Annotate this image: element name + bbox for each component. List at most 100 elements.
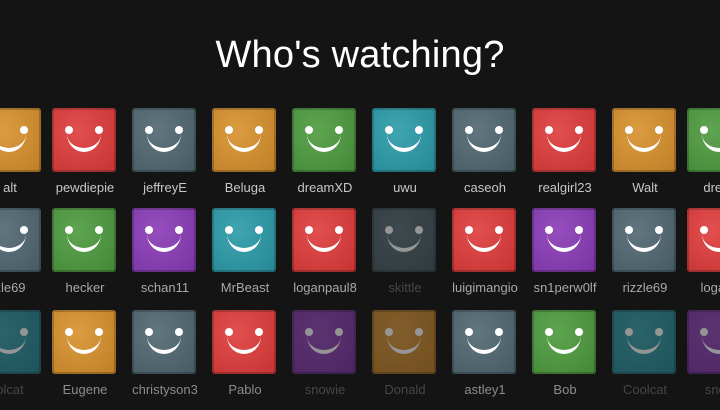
avatar-right-eye <box>495 226 503 234</box>
avatar-right-eye <box>95 328 103 336</box>
profile-tile[interactable]: realgirl23 <box>525 108 605 208</box>
avatar-right-eye <box>20 328 28 336</box>
avatar-left-eye <box>305 126 313 134</box>
avatar-left-eye <box>545 226 553 234</box>
avatar-smile <box>387 134 421 152</box>
avatar-left-eye <box>305 328 313 336</box>
profile-tile[interactable]: astley1 <box>445 310 525 410</box>
avatar-left-eye <box>625 126 633 134</box>
avatar-right-eye <box>575 328 583 336</box>
profile-tile[interactable]: Pablo <box>205 310 285 410</box>
avatar-smile <box>627 234 661 252</box>
avatar-left-eye <box>545 328 553 336</box>
avatar-left-eye <box>225 328 233 336</box>
smiley-avatar-icon <box>452 108 516 172</box>
avatar-smile <box>547 134 581 152</box>
avatar-left-eye <box>700 328 708 336</box>
avatar-smile <box>547 336 581 354</box>
smiley-avatar-icon <box>612 208 676 272</box>
smiley-avatar-icon <box>132 208 196 272</box>
smiley-avatar-icon <box>532 108 596 172</box>
avatar-right-eye <box>20 126 28 134</box>
smiley-avatar-icon <box>212 108 276 172</box>
avatar-smile <box>0 336 26 354</box>
avatar-right-eye <box>335 328 343 336</box>
profile-tile[interactable]: pewdiepie <box>45 108 125 208</box>
avatar-left-eye <box>465 126 473 134</box>
avatar-right-eye <box>175 126 183 134</box>
avatar-left-eye <box>385 328 393 336</box>
avatar-smile <box>67 234 101 252</box>
avatar-smile <box>467 336 501 354</box>
avatar-smile <box>227 134 261 152</box>
profile-tile[interactable]: uwu <box>365 108 445 208</box>
avatar-left-eye <box>465 226 473 234</box>
profile-tile[interactable]: Bob <box>525 310 605 410</box>
profile-tile[interactable]: Beluga <box>205 108 285 208</box>
profile-grid: alt pewdiepie jeffreyE Beluga dreamXD uwu case… <box>0 0 720 404</box>
smiley-avatar-icon <box>0 108 41 172</box>
smiley-avatar-icon <box>452 310 516 374</box>
smiley-avatar-icon <box>0 208 41 272</box>
avatar-smile <box>147 336 181 354</box>
avatar-smile <box>147 134 181 152</box>
avatar-left-eye <box>305 226 313 234</box>
profile-tile[interactable]: MrBeast <box>205 208 285 308</box>
smiley-avatar-icon <box>687 310 720 374</box>
avatar-right-eye <box>575 226 583 234</box>
avatar-left-eye <box>65 126 73 134</box>
avatar-right-eye <box>175 226 183 234</box>
avatar-right-eye <box>655 328 663 336</box>
profile-tile[interactable]: sn1perw0lf <box>525 208 605 308</box>
profile-tile[interactable]: snowie <box>285 310 365 410</box>
avatar-smile <box>227 234 261 252</box>
profile-tile[interactable]: luigimangio <box>445 208 525 308</box>
smiley-avatar-icon <box>132 310 196 374</box>
smiley-avatar-icon <box>612 108 676 172</box>
avatar-smile <box>467 234 501 252</box>
avatar-smile <box>387 336 421 354</box>
profile-tile[interactable]: Donald <box>365 310 445 410</box>
avatar-right-eye <box>655 226 663 234</box>
smiley-avatar-icon <box>452 208 516 272</box>
profile-tile[interactable]: Eugene <box>45 310 125 410</box>
profile-tile[interactable]: christyson3 <box>125 310 205 410</box>
smiley-avatar-icon <box>687 208 720 272</box>
smiley-avatar-icon <box>52 208 116 272</box>
avatar-smile <box>67 336 101 354</box>
smiley-avatar-icon <box>372 208 436 272</box>
avatar-smile <box>67 134 101 152</box>
avatar-smile <box>702 234 720 252</box>
smiley-avatar-icon <box>372 108 436 172</box>
profile-tile[interactable]: loganpaul8 <box>285 208 365 308</box>
avatar-right-eye <box>20 226 28 234</box>
avatar-smile <box>547 234 581 252</box>
profile-tile[interactable]: skittle <box>365 208 445 308</box>
avatar-right-eye <box>415 328 423 336</box>
avatar-right-eye <box>255 126 263 134</box>
avatar-right-eye <box>495 126 503 134</box>
avatar-smile <box>307 234 341 252</box>
smiley-avatar-icon <box>532 310 596 374</box>
avatar-smile <box>227 336 261 354</box>
avatar-right-eye <box>255 328 263 336</box>
profile-tile[interactable]: hecker <box>45 208 125 308</box>
smiley-avatar-icon <box>52 108 116 172</box>
smiley-avatar-icon <box>292 310 356 374</box>
profile-tile[interactable]: schan11 <box>125 208 205 308</box>
avatar-left-eye <box>385 226 393 234</box>
avatar-smile <box>0 134 26 152</box>
profile-tile[interactable]: dreamXD <box>285 108 365 208</box>
avatar-left-eye <box>145 126 153 134</box>
profile-tile[interactable]: caseoh <box>445 108 525 208</box>
profile-tile[interactable]: snow <box>680 310 720 410</box>
smiley-avatar-icon <box>372 310 436 374</box>
avatar-right-eye <box>335 226 343 234</box>
avatar-smile <box>307 336 341 354</box>
avatar-smile <box>702 336 720 354</box>
avatar-smile <box>307 134 341 152</box>
avatar-left-eye <box>625 328 633 336</box>
profile-tile[interactable]: drean <box>680 108 720 208</box>
profile-tile[interactable]: loganp <box>680 208 720 308</box>
profile-tile[interactable]: jeffreyE <box>125 108 205 208</box>
